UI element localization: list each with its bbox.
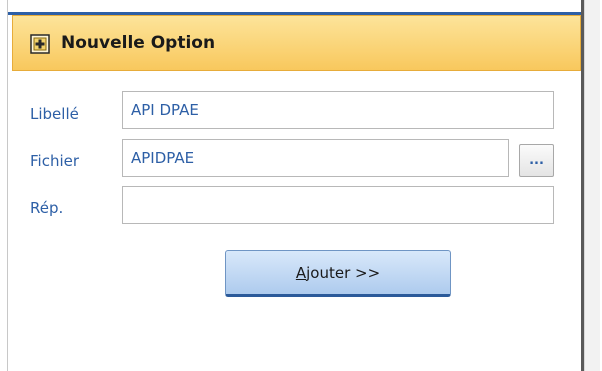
panel-header: Nouvelle Option xyxy=(12,15,581,71)
panel-title: Nouvelle Option xyxy=(61,33,216,53)
add-button-mnemonic: A xyxy=(295,263,307,282)
left-border xyxy=(0,0,8,371)
rep-label: Rép. xyxy=(30,199,64,217)
fichier-field[interactable] xyxy=(122,139,509,177)
add-button[interactable]: Ajouter >> xyxy=(225,250,451,297)
rep-field[interactable] xyxy=(122,186,554,224)
browse-button[interactable]: ... xyxy=(519,144,554,177)
libelle-field[interactable] xyxy=(122,91,554,129)
libelle-label: Libellé xyxy=(30,105,79,123)
vertical-scrollbar[interactable] xyxy=(584,0,600,371)
fichier-label: Fichier xyxy=(30,152,80,170)
add-button-label: jouter >> xyxy=(306,263,381,282)
add-option-icon xyxy=(30,34,50,54)
right-scroll-edge xyxy=(581,0,602,371)
dialog-frame: Nouvelle Option Libellé Fichier ... Rép.… xyxy=(0,0,602,371)
